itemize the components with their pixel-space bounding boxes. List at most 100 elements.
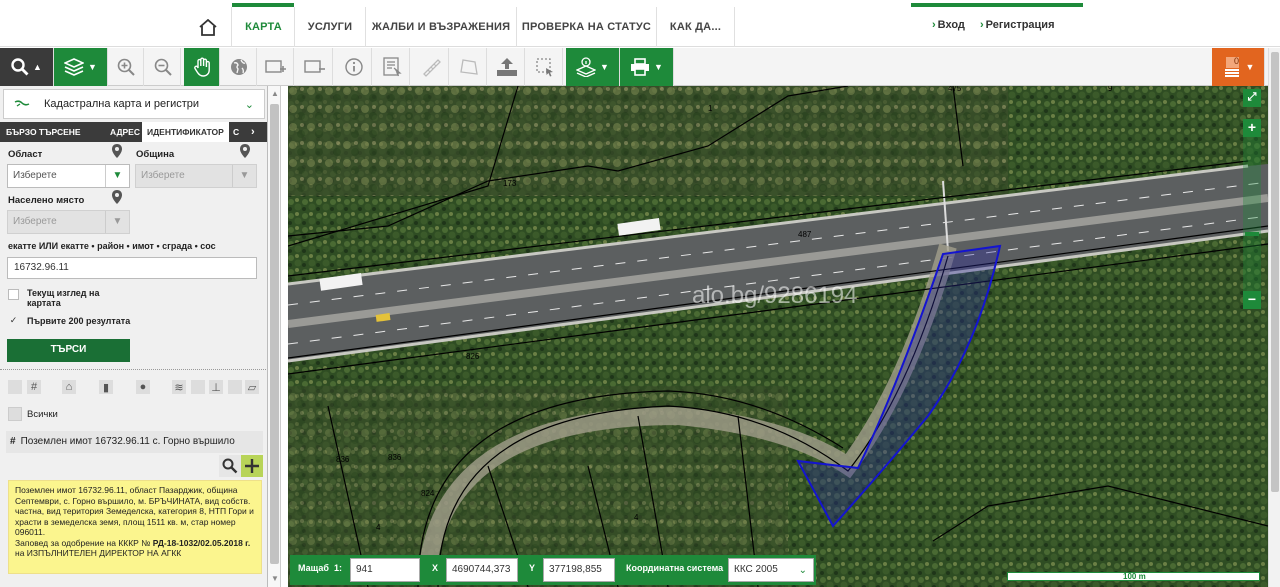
obshtina-select[interactable]: Изберете ▼ <box>135 164 257 188</box>
layers-button[interactable]: ▼ <box>54 48 108 86</box>
tab-more[interactable]: С <box>233 122 239 142</box>
cart-button[interactable]: 0 ▼ <box>1212 48 1265 86</box>
map-zoom-out-button[interactable]: − <box>1243 291 1261 309</box>
tab-how-to[interactable]: КАК ДА... <box>657 7 735 47</box>
page-scrollbar[interactable] <box>1268 48 1280 587</box>
map-pin-icon[interactable] <box>112 190 122 204</box>
print-icon <box>631 58 650 76</box>
oblast-select[interactable]: Изберете ▼ <box>7 164 130 188</box>
scale-prefix: 1: <box>334 563 343 573</box>
result-title[interactable]: # Поземлен имот 16732.96.11 с. Горно върш… <box>6 431 263 453</box>
zoom-slider-handle[interactable] <box>1245 232 1259 236</box>
order-suffix: на ИЗПЪЛНИТЕЛЕН ДИРЕКТОР НА АГКК <box>15 548 182 558</box>
identifier-label: екатте ИЛИ екатте • район • имот • сград… <box>8 241 216 251</box>
home-icon <box>199 18 217 36</box>
remove-map-button[interactable] <box>297 48 333 86</box>
zoom-slider[interactable] <box>1243 137 1261 292</box>
tab-quick-search[interactable]: БЪРЗО ТЪРСЕНЕ <box>6 122 81 142</box>
blank-filter-icon[interactable] <box>228 380 242 394</box>
expand-icon: ⤢ <box>1247 91 1257 103</box>
remove-map-icon <box>303 60 325 73</box>
result-title-text: Поземлен имот 16732.96.11 с. Горно върши… <box>20 436 235 447</box>
map-zoom-in-button[interactable]: + <box>1243 119 1261 137</box>
select-list-button[interactable] <box>374 48 410 86</box>
blank-filter-icon[interactable] <box>191 380 205 394</box>
crs-label: Координатна система <box>626 563 724 573</box>
login-link[interactable]: › Вход <box>932 19 965 31</box>
building-filter-icon[interactable]: ▮ <box>99 380 113 394</box>
layers-filter-icon[interactable]: ≋ <box>172 380 186 394</box>
map-pin-icon[interactable] <box>240 144 250 158</box>
current-view-label: Текущ изглед на картата <box>27 288 100 308</box>
zoom-in-icon <box>117 58 135 76</box>
scale-input[interactable]: 941 <box>350 558 420 582</box>
chevron-down-icon: ▼ <box>88 62 97 72</box>
chevron-down-icon: ▼ <box>1245 62 1255 72</box>
area-filter-icon[interactable]: ▱ <box>245 380 259 394</box>
cadastre-layer-icon <box>14 100 30 107</box>
tab-status-check[interactable]: ПРОВЕРКА НА СТАТУС <box>517 7 657 47</box>
tab-complaints[interactable]: ЖАЛБИ И ВЪЗРАЖЕНИЯ <box>366 7 517 47</box>
parcel-label: 824 <box>421 489 435 498</box>
measure-area-button[interactable] <box>451 48 487 86</box>
panel-scrollbar[interactable]: ▲ ▼ <box>268 86 281 587</box>
info-button[interactable] <box>336 48 372 86</box>
x-coordinate[interactable]: 4690744,373 <box>446 558 518 582</box>
x-label: X <box>432 563 439 573</box>
select-area-button[interactable] <box>527 48 563 86</box>
chevron-down-icon: ▼ <box>654 62 663 72</box>
tab-identifier[interactable]: ИДЕНТИФИКАТОР <box>142 122 229 142</box>
naseleno-select[interactable]: Изберете ▼ <box>7 210 130 234</box>
print-button[interactable]: ▼ <box>620 48 674 86</box>
zoom-out-button[interactable] <box>145 48 181 86</box>
search-toggle-button[interactable]: ▲ <box>0 48 54 86</box>
grid-filter-icon[interactable]: # <box>27 380 41 394</box>
search-button[interactable]: ТЪРСИ <box>7 339 130 362</box>
parcel-label: 487 <box>798 230 812 239</box>
search-tabs: БЪРЗО ТЪРСЕНЕ АДРЕС ИДЕНТИФИКАТОР С › <box>0 122 267 142</box>
tower-filter-icon[interactable]: ⊥ <box>209 380 223 394</box>
watermark: alo.bg/9286194 <box>692 282 858 309</box>
layer-select[interactable]: Кадастрална карта и регистри ⌄ <box>3 89 265 119</box>
chevron-right-icon[interactable]: › <box>251 122 255 142</box>
scroll-thumb[interactable] <box>1271 52 1279 492</box>
globe-button[interactable] <box>221 48 257 86</box>
select-all-checkbox[interactable] <box>8 407 22 421</box>
map-toolbar: ▲ ▼ ▼ ▼ 0 ▼ <box>0 48 1280 86</box>
zoom-in-button[interactable] <box>108 48 144 86</box>
upload-button[interactable] <box>489 48 525 86</box>
house-filter-icon[interactable]: ⌂ <box>62 380 76 394</box>
scroll-down-icon[interactable]: ▼ <box>271 574 279 583</box>
zoom-to-result-button[interactable] <box>219 455 241 477</box>
layers-icon <box>64 58 85 76</box>
identifier-input[interactable]: 16732.96.11 <box>7 257 257 279</box>
tab-address[interactable]: АДРЕС <box>110 122 140 142</box>
satellite-imagery: 173 487 826 824 836 836 4 4 1 475 9 <box>288 86 1268 587</box>
y-coordinate[interactable]: 377198,855 <box>543 558 615 582</box>
home-button[interactable] <box>185 7 232 47</box>
upload-icon <box>496 58 517 76</box>
crs-select[interactable]: ККС 2005 ⌄ <box>728 558 814 582</box>
chevron-down-icon: ⌄ <box>798 565 807 576</box>
obshtina-select-value: Изберете <box>141 170 185 181</box>
parcel-info-text: Поземлен имот 16732.96.11, област Пазард… <box>15 485 254 537</box>
pan-button[interactable] <box>184 48 220 86</box>
minus-icon: − <box>1247 291 1257 307</box>
add-map-button[interactable] <box>258 48 294 86</box>
first200-checkbox[interactable]: ✓ <box>8 316 19 327</box>
register-link[interactable]: › Регистрация <box>980 19 1054 31</box>
identify-button[interactable]: ▼ <box>566 48 620 86</box>
scroll-thumb[interactable] <box>270 104 279 564</box>
tab-services[interactable]: УСЛУГИ <box>295 7 366 47</box>
map-pin-icon[interactable] <box>112 144 122 158</box>
map-view[interactable]: 173 487 826 824 836 836 4 4 1 475 9 alo.… <box>288 86 1268 587</box>
fullscreen-button[interactable]: ⤢ <box>1243 89 1261 107</box>
register-label: Регистрация <box>985 19 1055 31</box>
pin-filter-icon[interactable]: ● <box>136 380 150 394</box>
measure-line-button[interactable] <box>413 48 449 86</box>
add-to-cart-button[interactable] <box>241 455 263 477</box>
current-view-checkbox[interactable] <box>8 289 19 300</box>
filter-all-icon[interactable] <box>8 380 22 394</box>
tab-map[interactable]: КАРТА <box>233 7 295 47</box>
scroll-up-icon[interactable]: ▲ <box>271 89 279 98</box>
